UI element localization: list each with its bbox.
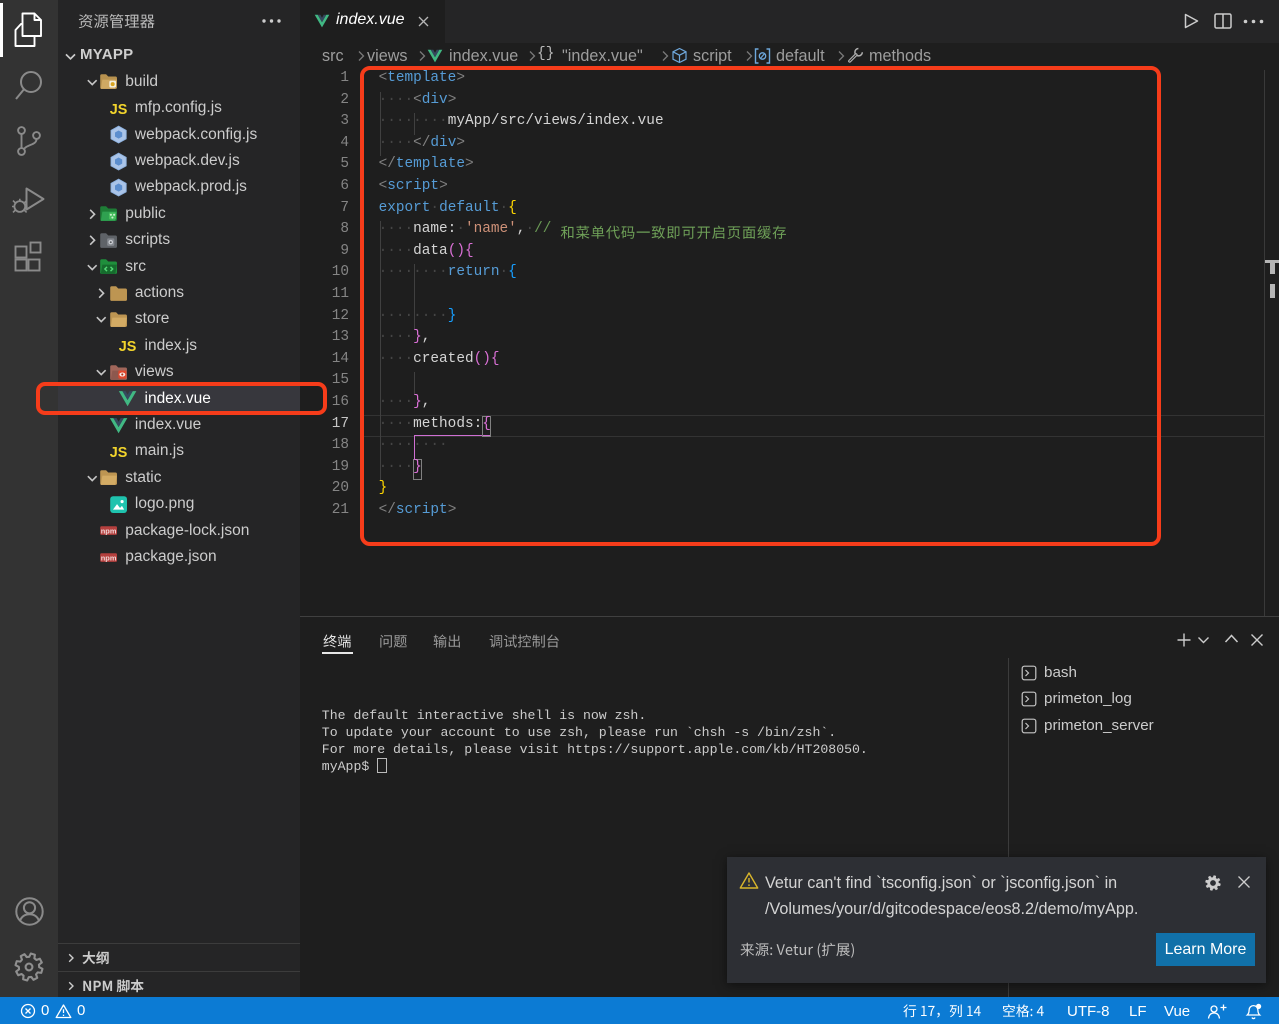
svg-text:JS: JS — [119, 339, 137, 355]
svg-text:JS: JS — [110, 445, 128, 461]
svg-text:JS: JS — [110, 102, 128, 118]
svg-text:npm: npm — [101, 553, 117, 562]
svg-text:npm: npm — [101, 527, 117, 536]
